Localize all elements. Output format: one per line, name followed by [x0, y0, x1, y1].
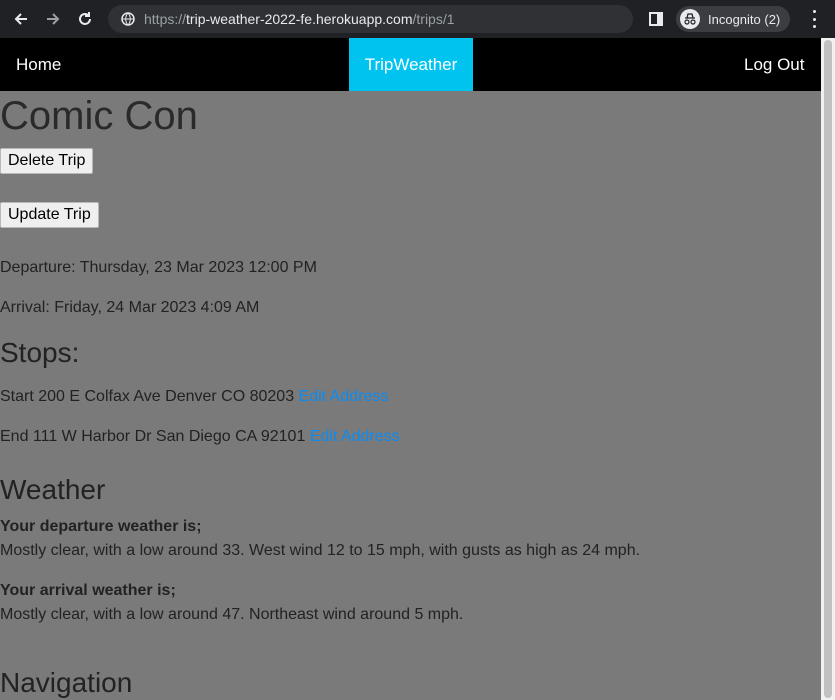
- address-bar[interactable]: https://trip-weather-2022-fe.herokuapp.c…: [108, 5, 633, 33]
- reload-icon[interactable]: [74, 8, 96, 30]
- url-host: trip-weather-2022-fe.herokuapp.com: [186, 11, 413, 27]
- site-info-icon[interactable]: [120, 11, 136, 27]
- departure-weather-forecast: Mostly clear, with a low around 33. West…: [0, 542, 641, 559]
- top-navbar: Home TripWeather Log Out: [0, 38, 821, 91]
- stop-end-address: End 111 W Harbor Dr San Diego CA 92101: [0, 428, 306, 445]
- incognito-badge[interactable]: Incognito (2): [676, 6, 791, 32]
- page-scrollbar[interactable]: [821, 38, 835, 700]
- url-path: /trips/1: [412, 11, 455, 27]
- arrival-text: Arrival: Friday, 24 Mar 2023 4:09 AM: [0, 299, 260, 316]
- weather-heading: Weather: [0, 474, 106, 505]
- arrival-weather-forecast: Mostly clear, with a low around 47. Nort…: [0, 606, 464, 623]
- edit-end-address-link[interactable]: Edit Address: [310, 428, 400, 445]
- navigation-heading: Navigation: [0, 667, 133, 698]
- delete-trip-button[interactable]: Delete Trip: [0, 148, 94, 174]
- forward-icon[interactable]: [42, 8, 64, 30]
- brand-label: TripWeather: [364, 54, 458, 74]
- arrival-weather-label: Your arrival weather is;: [0, 582, 176, 599]
- stop-start: Start 200 E Colfax Ave Denver CO 80203 E…: [0, 388, 388, 406]
- trip-title: Comic Con: [0, 94, 198, 138]
- nav-brand-link[interactable]: TripWeather: [349, 38, 473, 91]
- nav-home-link[interactable]: Home: [16, 55, 61, 75]
- url-scheme: https://: [144, 11, 187, 27]
- departure-text: Departure: Thursday, 23 Mar 2023 12:00 P…: [0, 259, 317, 276]
- scrollbar-thumb[interactable]: [824, 40, 832, 698]
- incognito-icon: [680, 9, 700, 29]
- back-icon[interactable]: [10, 8, 32, 30]
- stop-end: End 111 W Harbor Dr San Diego CA 92101 E…: [0, 428, 400, 446]
- page-viewport: Home TripWeather Log Out Comic Con Delet…: [0, 38, 821, 700]
- stops-heading: Stops:: [0, 337, 80, 368]
- edit-start-address-link[interactable]: Edit Address: [299, 388, 389, 405]
- nav-logout-link[interactable]: Log Out: [744, 55, 805, 75]
- stop-start-address: Start 200 E Colfax Ave Denver CO 80203: [0, 388, 295, 405]
- incognito-label: Incognito (2): [708, 11, 781, 27]
- menu-icon[interactable]: [808, 10, 820, 28]
- browser-toolbar: https://trip-weather-2022-fe.herokuapp.c…: [0, 0, 835, 38]
- side-panel-icon[interactable]: [648, 11, 664, 27]
- departure-weather-label: Your departure weather is;: [0, 518, 202, 535]
- update-trip-button[interactable]: Update Trip: [0, 202, 99, 228]
